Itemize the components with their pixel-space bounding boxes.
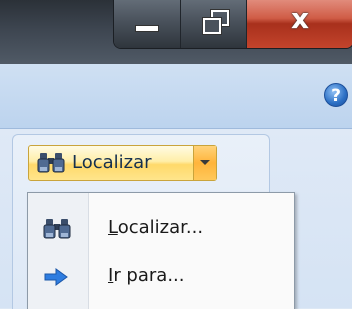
menu-item-localizar[interactable]: Localizar... [28,205,294,253]
help-button[interactable]: ? [324,83,348,107]
minimize-icon [135,25,159,32]
title-bar: x [0,0,352,64]
arrow-right-icon [44,268,68,286]
menu-item-ir-para[interactable]: Ir para... [28,253,294,301]
window-caption-buttons: x [113,0,352,49]
restore-button[interactable] [181,0,247,48]
restore-icon [203,10,229,34]
close-icon: x [290,2,310,35]
menu-item-label: Ir para... [108,265,185,286]
binoculars-icon [43,219,71,239]
minimize-button[interactable] [114,0,181,48]
find-split-button[interactable]: Localizar [28,145,217,181]
find-button[interactable]: Localizar [29,146,194,180]
ribbon-tab-strip [0,64,352,129]
find-dropdown-menu: Localizar... Ir para... [27,192,295,309]
binoculars-icon [37,153,65,173]
close-button[interactable]: x [247,0,352,48]
menu-item-label: Localizar... [108,217,204,238]
find-dropdown-arrow[interactable] [194,146,216,180]
find-button-label: Localizar [72,152,152,173]
chevron-down-icon [200,160,210,165]
